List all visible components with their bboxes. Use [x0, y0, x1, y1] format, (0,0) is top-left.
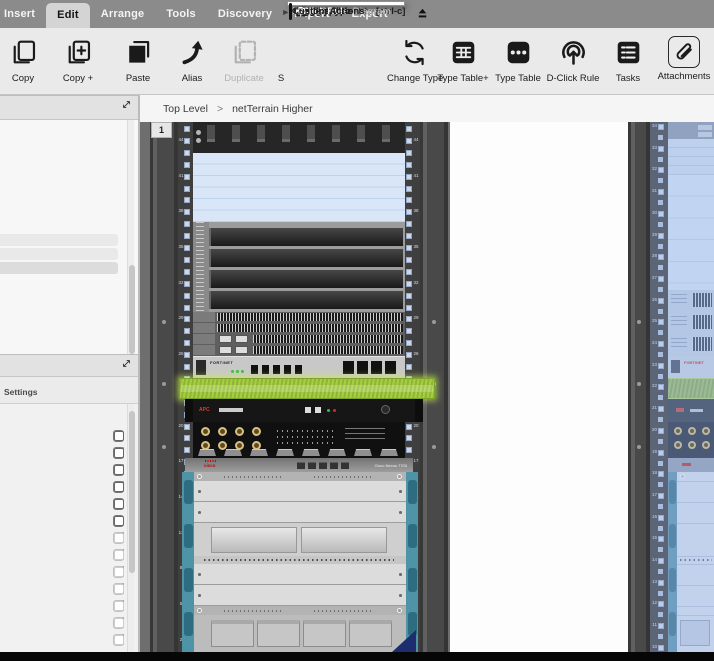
expand-panel-icon[interactable] — [122, 359, 132, 369]
breadcrumb: Top Level > netTerrain Higher — [140, 95, 714, 122]
settings-checkbox[interactable] — [114, 635, 124, 645]
edit-ribbon-toolbar: CopyCopy +PasteAliasDuplicateSChange Typ… — [0, 28, 714, 95]
tab-arrange[interactable]: Arrange — [90, 0, 156, 28]
toolbar-item-label: Change Type — [387, 73, 441, 84]
settings-row: – — [0, 564, 124, 579]
settings-checkbox[interactable] — [114, 533, 124, 543]
copy-plus-icon — [51, 34, 105, 70]
toolbar-item-type-table[interactable]: Type Table — [491, 34, 545, 84]
toolbar-item-change-type[interactable]: Change Type — [387, 34, 441, 84]
list-item[interactable] — [0, 248, 118, 260]
tab-tools[interactable]: Tools — [155, 0, 207, 28]
settings-checkbox[interactable] — [114, 482, 124, 492]
tasks-icon — [601, 34, 655, 70]
settings-row: teAuthorEmail(2400000(– — [0, 513, 124, 528]
settings-row: – — [0, 615, 124, 630]
toolbar-item-label: Copy + — [51, 73, 105, 84]
list-item[interactable] — [0, 262, 118, 274]
tab-insert[interactable]: Insert — [0, 0, 46, 28]
breadcrumb-current-diagram: netTerrain Higher — [232, 103, 313, 115]
toolbar-item-label: Type Table+ — [436, 73, 490, 84]
toolbar-item-label: Alias — [165, 73, 219, 84]
tab-discovery[interactable]: Discovery — [207, 0, 283, 28]
tab-edit[interactable]: Edit — [46, 3, 90, 28]
panel-scrollbar-bottom[interactable] — [127, 404, 134, 652]
toolbar-item-label: Attachments — [654, 71, 714, 82]
toolbar-item-paste[interactable]: Paste — [111, 34, 165, 84]
menu-item-custom-actions[interactable]: Custom Actions▶ — [288, 3, 292, 20]
toolbar-item-label: S — [254, 73, 308, 84]
settings-row: – — [0, 428, 124, 443]
breadcrumb-separator-icon: > — [217, 103, 223, 115]
submenu-arrow-icon: ▶ — [283, 9, 288, 16]
toolbar-item-type-table[interactable]: Type Table+ — [436, 34, 490, 84]
toolbar-item-label: D-Click Rule — [546, 73, 600, 84]
settings-title: Settings — [4, 387, 38, 397]
context-menu: DeleteConnections▶CutCopy / Connect to [… — [287, 1, 405, 6]
settings-row: – — [0, 530, 124, 545]
toolbar-item-d-click-rule[interactable]: D-Click Rule — [546, 34, 600, 84]
settings-row: – — [0, 462, 124, 477]
panel-scrollbar-top[interactable] — [127, 120, 134, 354]
scrollbar-thumb[interactable] — [129, 411, 135, 573]
breadcrumb-top-level[interactable]: Top Level — [163, 103, 208, 115]
netterrain-app: 4441383532292623201714118524441383532292… — [0, 0, 714, 661]
toolbar-item-copy[interactable]: Copy + — [51, 34, 105, 84]
panel-header-top — [0, 95, 138, 120]
scrollbar-thumb[interactable] — [129, 265, 135, 354]
bottom-bar — [0, 652, 714, 661]
page-number-label: 1 — [151, 122, 172, 138]
menu-item-label: Custom Actions — [292, 6, 364, 17]
list-item[interactable] — [0, 234, 118, 246]
expand-panel-icon[interactable] — [122, 100, 132, 110]
settings-checkbox[interactable] — [114, 584, 124, 594]
settings-checkbox[interactable] — [114, 465, 124, 475]
toolbar-item-s[interactable]: S — [254, 34, 308, 84]
copy-icon — [0, 34, 50, 70]
settings-checkbox[interactable] — [114, 567, 124, 577]
toolbar-item-attachments[interactable]: Attachments — [654, 34, 714, 82]
settings-row: – — [0, 581, 124, 596]
paperclip-icon — [668, 36, 700, 68]
toolbar-item-tasks[interactable]: Tasks — [601, 34, 655, 84]
settings-checkbox[interactable] — [114, 601, 124, 611]
toolbar-item-label: Type Table — [491, 73, 545, 84]
dclick-icon — [546, 34, 600, 70]
settings-row: horAllObjects(24000000– — [0, 496, 124, 511]
toolbar-item-label: Paste — [111, 73, 165, 84]
settings-checkbox[interactable] — [114, 448, 124, 458]
toolbar-icon — [254, 34, 308, 70]
settings-row: – — [0, 632, 124, 647]
settings-checkbox[interactable] — [114, 550, 124, 560]
settings-row: – — [0, 598, 124, 613]
settings-form: – – – – horAllObjects(24000000– teAuthorEmail… — [0, 404, 138, 652]
toolbar-item-label: Copy — [0, 73, 50, 84]
settings-checkbox[interactable] — [114, 499, 124, 509]
settings-checkbox[interactable] — [114, 618, 124, 628]
panel-header-settings — [0, 354, 138, 377]
settings-checkbox[interactable] — [114, 431, 124, 441]
panel-list-section — [0, 120, 138, 354]
panel-divider — [138, 95, 140, 652]
toolbar-item-copy[interactable]: Copy — [0, 34, 50, 84]
settings-row: – — [0, 547, 124, 562]
eject-icon[interactable] — [416, 7, 429, 20]
paste-icon — [111, 34, 165, 70]
settings-row: – — [0, 479, 124, 494]
change-type-icon — [387, 34, 441, 70]
settings-row: – — [0, 445, 124, 460]
settings-section-bar: Settings — [0, 377, 138, 404]
alias-icon — [165, 34, 219, 70]
canvas-empty-area — [450, 122, 628, 652]
table-grid-icon — [436, 34, 490, 70]
settings-checkbox[interactable] — [114, 516, 124, 526]
toolbar-item-alias[interactable]: Alias — [165, 34, 219, 84]
toolbar-item-label: Tasks — [601, 73, 655, 84]
table-dots-icon — [491, 34, 545, 70]
